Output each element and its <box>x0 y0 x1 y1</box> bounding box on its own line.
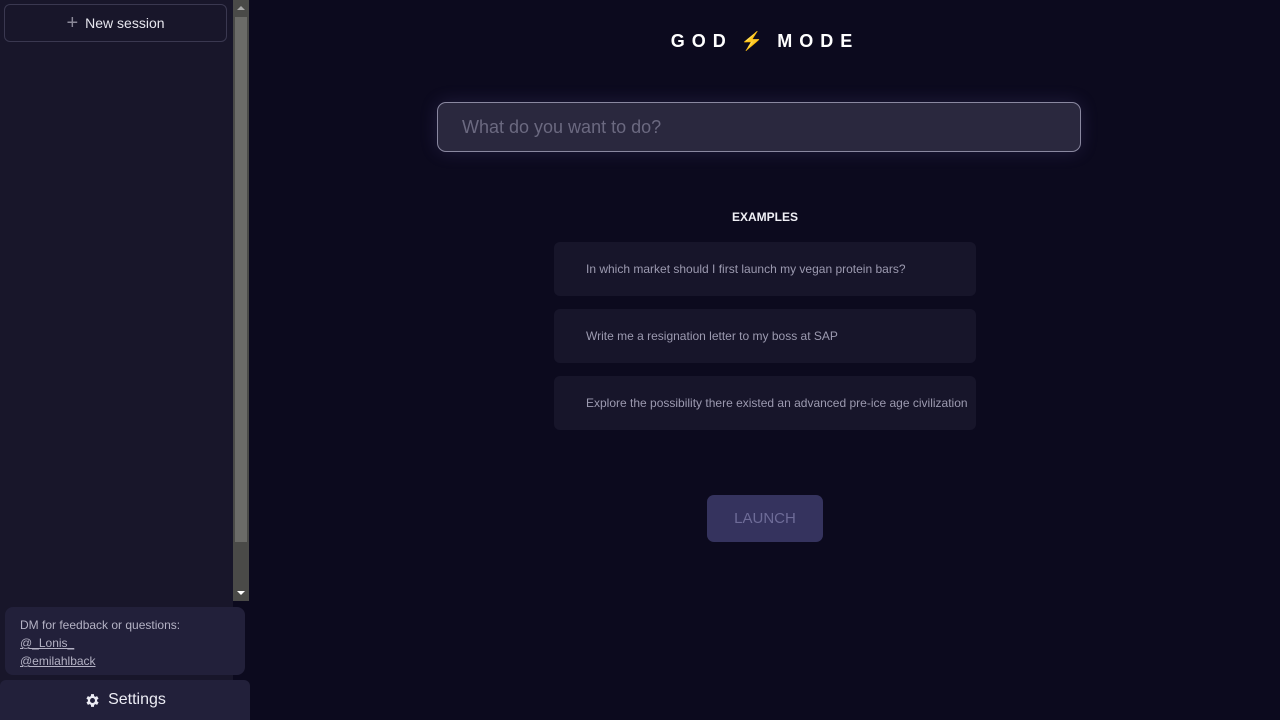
feedback-link-lonis[interactable]: @_Lonis_ <box>20 634 230 652</box>
launch-button[interactable]: LAUNCH <box>707 495 823 542</box>
feedback-box: DM for feedback or questions: @_Lonis_ @… <box>5 607 245 675</box>
plus-icon: + <box>66 12 79 34</box>
scroll-down-arrow-icon[interactable] <box>233 585 249 601</box>
example-item[interactable]: Write me a resignation letter to my boss… <box>554 309 976 363</box>
new-session-label: New session <box>85 15 165 31</box>
feedback-link-emilahlback[interactable]: @emilahlback <box>20 652 230 670</box>
settings-button[interactable]: Settings <box>0 680 250 720</box>
scroll-up-arrow-icon[interactable] <box>233 0 249 16</box>
gear-icon <box>84 692 101 709</box>
feedback-text: DM for feedback or questions: <box>20 618 181 632</box>
example-item[interactable]: Explore the possibility there existed an… <box>554 376 976 430</box>
settings-label: Settings <box>108 691 166 708</box>
scrollbar-thumb[interactable] <box>235 17 247 542</box>
example-item[interactable]: In which market should I first launch my… <box>554 242 976 296</box>
title-mode: MODE <box>777 31 860 51</box>
app-title: GOD ⚡ MODE <box>250 31 1280 52</box>
sidebar-scrollbar[interactable] <box>233 0 249 601</box>
examples-heading: EXAMPLES <box>731 210 798 224</box>
prompt-field <box>437 102 1081 152</box>
lightning-bolt-icon: ⚡ <box>740 31 764 51</box>
title-god: GOD <box>670 31 733 51</box>
new-session-button[interactable]: + New session <box>4 4 227 42</box>
prompt-input[interactable] <box>438 103 1080 151</box>
